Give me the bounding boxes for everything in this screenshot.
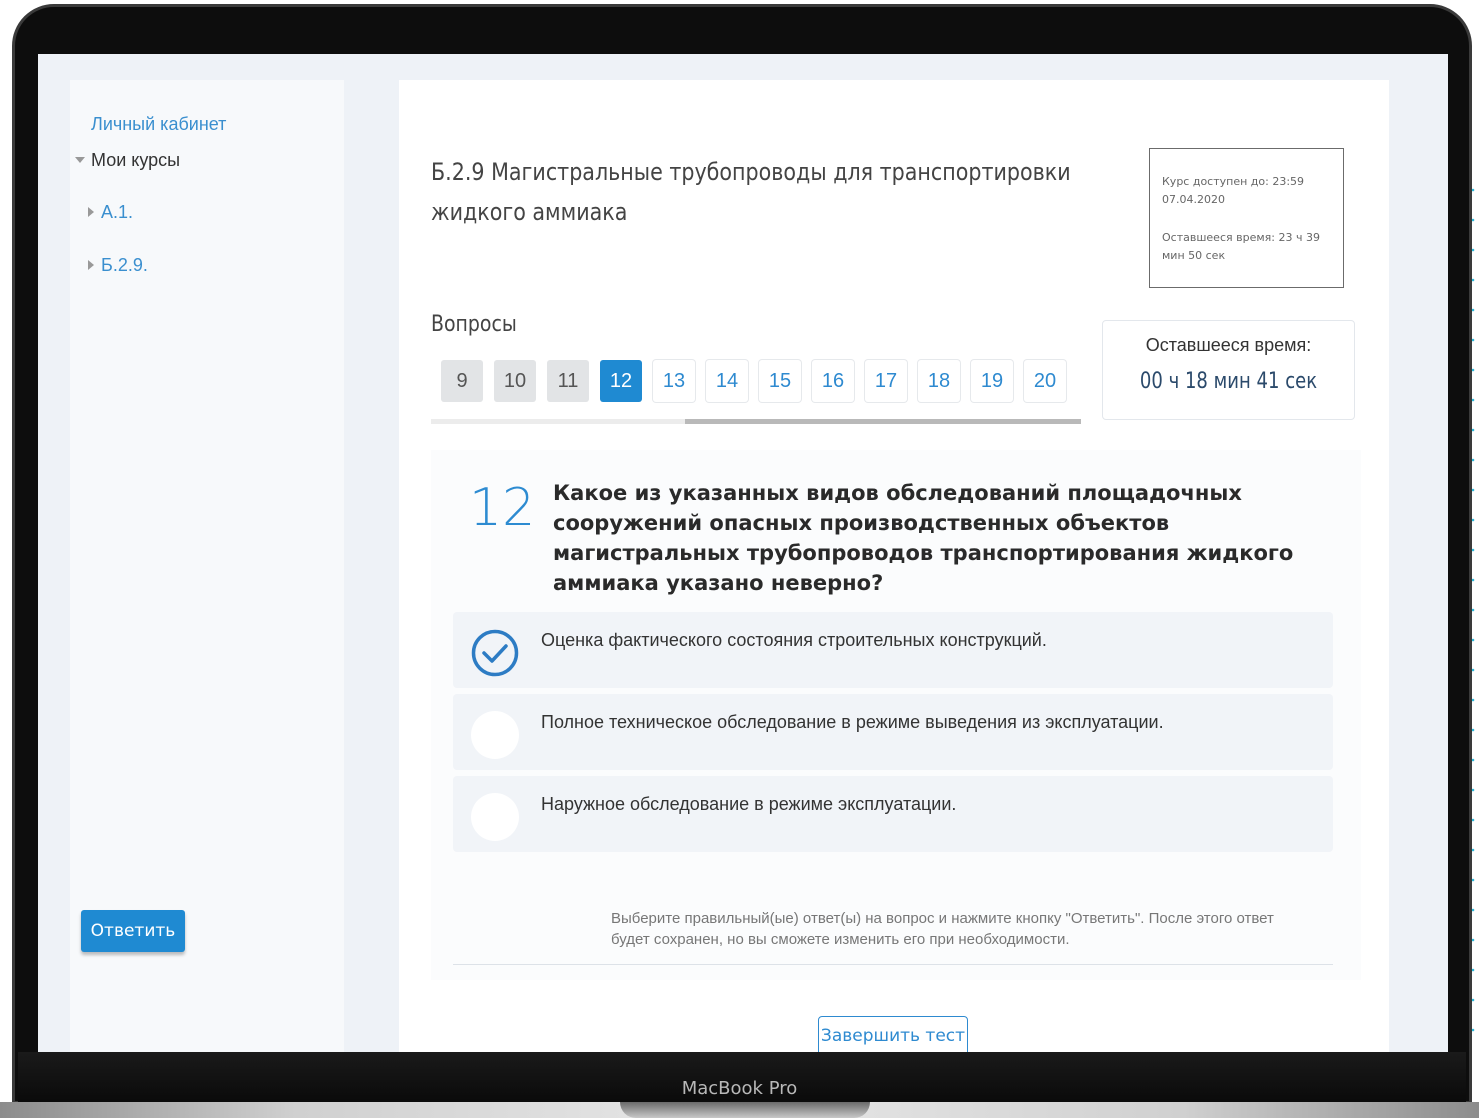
question-button-19[interactable]: 19 bbox=[971, 360, 1013, 402]
answer-hint: Выберите правильный(ые) ответ(ы) на вопр… bbox=[611, 910, 1274, 948]
course-title: Б.2.9 Магистральные трубопроводы для тра… bbox=[431, 158, 1071, 226]
finish-test-button[interactable]: Завершить тест bbox=[818, 1016, 968, 1056]
questions-label: Вопросы bbox=[431, 312, 517, 337]
question-button-20[interactable]: 20 bbox=[1024, 360, 1066, 402]
divider bbox=[453, 964, 1333, 965]
timer-value: 00 ч 18 мин 41 сек bbox=[1139, 369, 1318, 394]
question-button-13[interactable]: 13 bbox=[653, 360, 695, 402]
timer-box: Оставшееся время: 00 ч 18 мин 41 сек bbox=[1102, 320, 1355, 420]
sidebar: Личный кабинет Мои курсы А.1. Б.2.9. bbox=[70, 80, 344, 1052]
answer-option-1[interactable]: Оценка фактического состояния строительн… bbox=[453, 612, 1333, 688]
question-button-15[interactable]: 15 bbox=[759, 360, 801, 402]
question-button-18[interactable]: 18 bbox=[918, 360, 960, 402]
device-label: MacBook Pro bbox=[681, 1078, 798, 1099]
laptop-base-notch bbox=[620, 1102, 870, 1118]
my-courses-label[interactable]: Мои курсы bbox=[91, 150, 180, 171]
available-until: Курс доступен до: 23:59 07.04.2020 bbox=[1162, 175, 1305, 206]
caret-down-icon[interactable] bbox=[75, 157, 85, 163]
cabinet-link[interactable]: Личный кабинет bbox=[91, 114, 226, 135]
question-text: Какое из указанных видов обследований пл… bbox=[553, 481, 1294, 595]
answer-label: Оценка фактического состояния строительн… bbox=[541, 630, 1047, 650]
remaining-course-time: Оставшееся время: 23 ч 39 мин 50 сек bbox=[1162, 231, 1320, 262]
question-button-16[interactable]: 16 bbox=[812, 360, 854, 402]
timer-label: Оставшееся время: bbox=[1145, 335, 1312, 355]
question-number: 12 bbox=[469, 478, 536, 538]
caret-right-icon[interactable] bbox=[88, 207, 94, 217]
question-button-17[interactable]: 17 bbox=[865, 360, 907, 402]
question-button-12[interactable]: 12 bbox=[600, 360, 642, 402]
question-card: 12 Какое из указанных видов обследований… bbox=[431, 450, 1361, 980]
answer-label: Полное техническое обследование в режиме… bbox=[541, 712, 1164, 732]
answer-option-2[interactable]: Полное техническое обследование в режиме… bbox=[453, 694, 1333, 770]
question-button-10[interactable]: 10 bbox=[494, 360, 536, 402]
answer-label: Наружное обследование в режиме эксплуата… bbox=[541, 794, 957, 814]
main-panel: Б.2.9 Магистральные трубопроводы для тра… bbox=[399, 80, 1389, 1052]
answer-button[interactable]: Ответить bbox=[81, 910, 185, 952]
radio-unchecked-icon[interactable] bbox=[471, 793, 519, 841]
question-button-9[interactable]: 9 bbox=[441, 360, 483, 402]
question-nav-scrollbar-thumb[interactable] bbox=[685, 419, 1081, 424]
check-circle-icon[interactable] bbox=[471, 629, 519, 677]
course-info-box: Курс доступен до: 23:59 07.04.2020 Остав… bbox=[1149, 148, 1344, 288]
answer-option-3[interactable]: Наружное обследование в режиме эксплуата… bbox=[453, 776, 1333, 852]
question-button-14[interactable]: 14 bbox=[706, 360, 748, 402]
radio-unchecked-icon[interactable] bbox=[471, 711, 519, 759]
course-link-a1[interactable]: А.1. bbox=[101, 202, 133, 223]
course-link-b29[interactable]: Б.2.9. bbox=[101, 255, 148, 276]
question-button-11[interactable]: 11 bbox=[547, 360, 589, 402]
caret-right-icon[interactable] bbox=[88, 260, 94, 270]
screen: Личный кабинет Мои курсы А.1. Б.2.9. Б.2… bbox=[38, 54, 1448, 1052]
